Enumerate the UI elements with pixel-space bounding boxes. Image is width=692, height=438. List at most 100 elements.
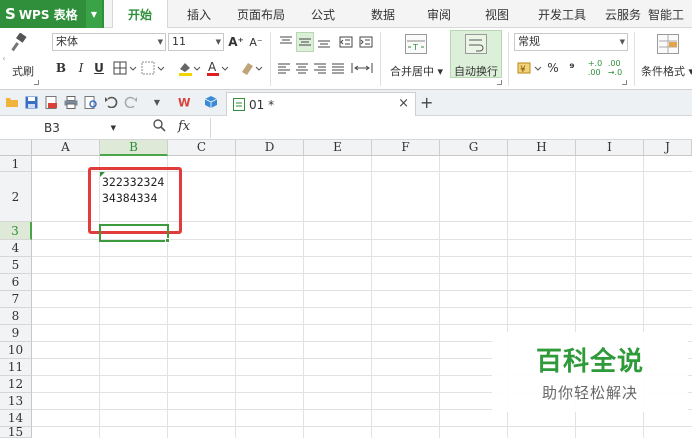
column-header-j[interactable]: J [644, 140, 692, 156]
increase-indent-icon[interactable] [358, 33, 374, 51]
fill-color-icon[interactable] [176, 59, 202, 77]
menu-bar: S WPS 表格 ▼ 开始 插入 页面布局 公式 数据 审阅 视图 开发工具 云… [0, 0, 692, 29]
row-header-1[interactable]: 1 [0, 156, 32, 172]
borders-icon[interactable] [112, 59, 138, 77]
format-painter-icon[interactable] [10, 32, 30, 54]
insert-function-button[interactable]: fx [178, 119, 190, 134]
align-top-icon[interactable] [278, 33, 294, 51]
row-header-6[interactable]: 6 [0, 274, 32, 291]
export-pdf-icon[interactable] [44, 95, 58, 109]
wps-logo-button[interactable]: S WPS 表格 ▼ [0, 0, 104, 28]
font-name-value: 宋体 [56, 35, 78, 48]
row-header-5[interactable]: 5 [0, 257, 32, 274]
tab-insert[interactable]: 插入 [178, 0, 220, 28]
column-header-d[interactable]: D [236, 140, 304, 156]
row-header-2[interactable]: 2 [0, 172, 32, 222]
align-bottom-icon[interactable] [316, 33, 332, 51]
tab-page-layout[interactable]: 页面布局 [232, 0, 290, 28]
decrease-indent-icon[interactable] [338, 33, 354, 51]
name-box[interactable]: B3 ▼ [0, 118, 120, 138]
align-middle-icon[interactable] [296, 32, 314, 52]
redo-icon[interactable] [124, 95, 138, 109]
row-header-15[interactable]: 15 [0, 425, 32, 438]
watermark: 百科全说 助你轻松解决 [492, 332, 688, 412]
fill-pattern-icon[interactable] [140, 59, 166, 77]
align-left-icon[interactable] [276, 59, 292, 77]
align-center-icon[interactable] [294, 59, 310, 77]
tab-view[interactable]: 视图 [476, 0, 518, 28]
number-format-select[interactable]: 常规 ▼ [514, 33, 628, 51]
undo-icon[interactable] [104, 95, 118, 109]
watermark-title: 百科全说 [535, 347, 644, 377]
save-icon[interactable] [24, 95, 38, 109]
column-header-c[interactable]: C [168, 140, 236, 156]
chevron-down-icon[interactable]: ▼ [111, 118, 116, 138]
select-all-corner[interactable] [0, 140, 32, 156]
row-header-9[interactable]: 9 [0, 325, 32, 342]
row-header-12[interactable]: 12 [0, 376, 32, 393]
increase-decimal-button[interactable]: +.0 .00 [586, 57, 604, 79]
percent-button[interactable]: % [546, 59, 560, 77]
merge-center-icon[interactable]: T [405, 34, 427, 54]
print-icon[interactable] [64, 95, 78, 109]
underline-button[interactable]: U [92, 59, 106, 77]
document-tab[interactable]: 01 * × [226, 92, 416, 116]
column-header-e[interactable]: E [304, 140, 372, 156]
column-header-a[interactable]: A [32, 140, 100, 156]
tab-home[interactable]: 开始 [112, 0, 168, 29]
open-folder-icon[interactable] [5, 95, 19, 109]
row-header-13[interactable]: 13 [0, 393, 32, 410]
tab-cloud[interactable]: 云服务 [600, 0, 646, 28]
spreadsheet-grid[interactable]: ABCDEFGHIJ 1 2 3 4 5 6 7 8 9 10 11 12 13 14 15 3223323… [0, 140, 692, 438]
column-header-g[interactable]: G [440, 140, 508, 156]
close-icon[interactable]: × [398, 96, 409, 111]
column-header-i[interactable]: I [576, 140, 644, 156]
customize-quick-access-icon[interactable]: ▼ [150, 95, 164, 109]
group-launcher-icon[interactable] [622, 80, 627, 85]
format-painter-label[interactable]: 式刷 [12, 63, 34, 79]
row-header-4[interactable]: 4 [0, 240, 32, 257]
decrease-decimal-button[interactable]: .00 →.0 [606, 57, 624, 79]
tab-developer[interactable]: 开发工具 [532, 0, 592, 28]
font-color-icon[interactable]: A [204, 59, 230, 77]
shrink-font-button[interactable]: A⁻ [248, 33, 264, 51]
distributed-align-icon[interactable] [350, 59, 374, 77]
wps-w-icon[interactable]: W [178, 95, 192, 109]
row-header-3[interactable]: 3 [0, 222, 32, 240]
fill-handle[interactable] [165, 238, 170, 243]
row-header-10[interactable]: 10 [0, 342, 32, 359]
thousands-separator-button[interactable]: ⁹ [566, 59, 578, 77]
conditional-format-icon[interactable] [657, 34, 679, 54]
grow-font-button[interactable]: A⁺ [228, 33, 244, 51]
row-header-8[interactable]: 8 [0, 308, 32, 325]
justify-icon[interactable] [330, 59, 346, 77]
new-tab-button[interactable]: + [420, 93, 433, 112]
formula-input[interactable] [210, 118, 692, 138]
chevron-down-icon[interactable]: ▼ [86, 0, 102, 28]
align-right-icon[interactable] [312, 59, 328, 77]
italic-button[interactable]: I [74, 59, 88, 77]
row-header-11[interactable]: 11 [0, 359, 32, 376]
tab-data[interactable]: 数据 [362, 0, 404, 28]
ribbon-scroll-left-icon[interactable]: ‹ [0, 48, 8, 68]
bold-button[interactable]: B [54, 59, 68, 77]
font-name-select[interactable]: 宋体 ▼ [52, 33, 166, 51]
column-header-f[interactable]: F [372, 140, 440, 156]
group-launcher-icon[interactable] [497, 80, 502, 85]
column-header-h[interactable]: H [508, 140, 576, 156]
tab-smart[interactable]: 智能工 [648, 0, 692, 28]
merge-center-label[interactable]: 合并居中 ▾ [390, 63, 443, 79]
conditional-format-label[interactable]: 条件格式 ▾ [641, 63, 692, 79]
currency-icon[interactable]: ¥ [516, 59, 544, 77]
active-cell-b3[interactable] [99, 224, 169, 242]
clear-format-icon[interactable] [238, 59, 264, 77]
tab-formula[interactable]: 公式 [302, 0, 344, 28]
column-header-b[interactable]: B [100, 140, 168, 156]
font-size-select[interactable]: 11 ▼ [168, 33, 224, 51]
tab-review[interactable]: 审阅 [418, 0, 460, 28]
cube-icon[interactable] [204, 95, 218, 109]
zoom-search-icon[interactable] [153, 119, 166, 135]
group-launcher-icon[interactable] [34, 80, 39, 85]
print-preview-icon[interactable] [84, 95, 98, 109]
row-header-7[interactable]: 7 [0, 291, 32, 308]
